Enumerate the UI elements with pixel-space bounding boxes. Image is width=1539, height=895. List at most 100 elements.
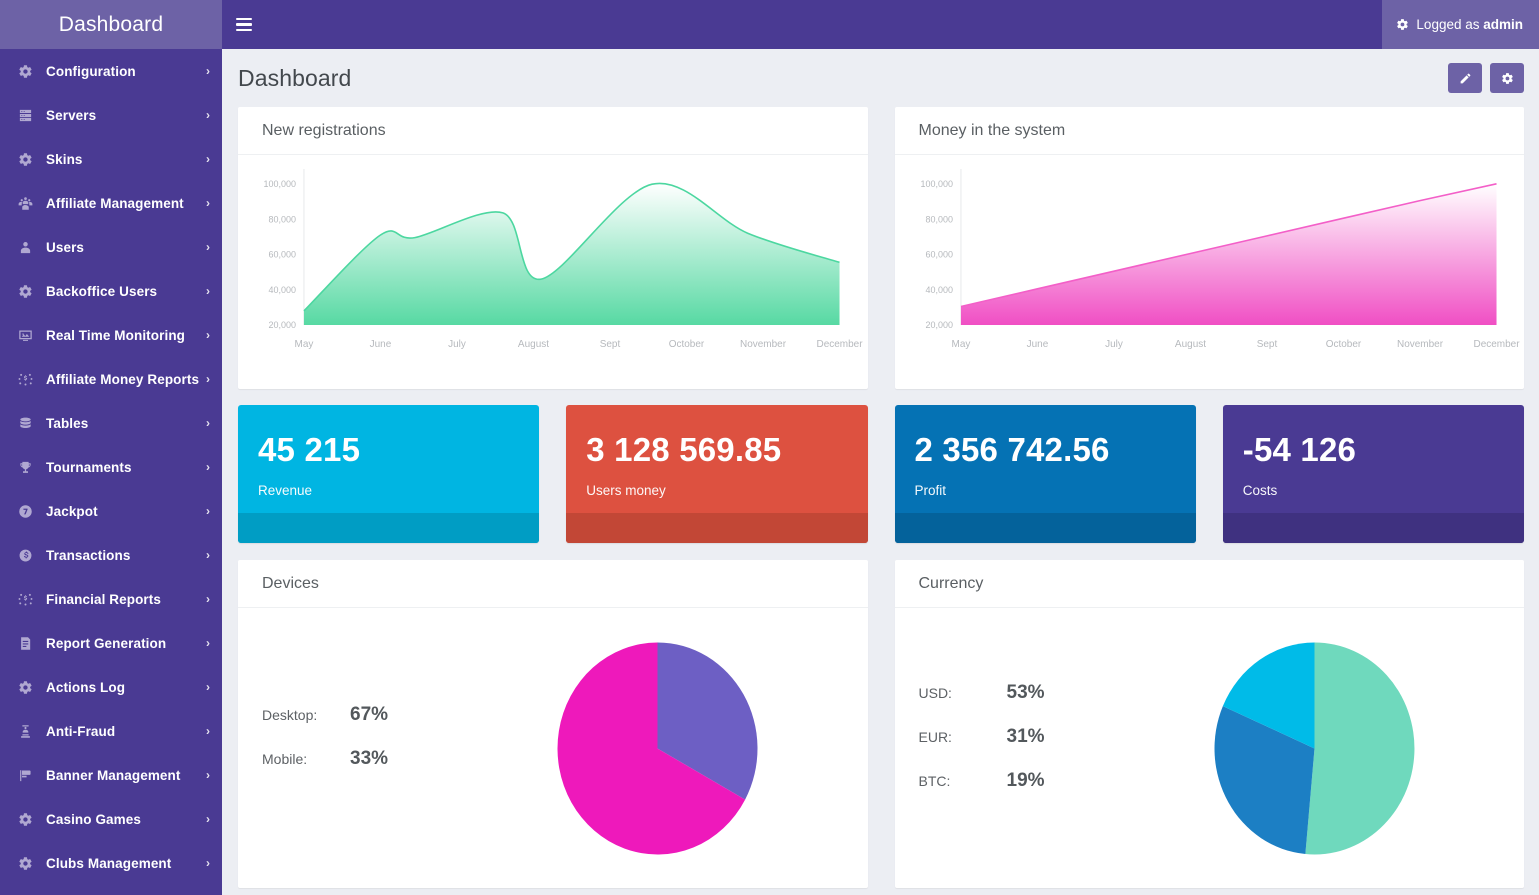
currency-column: Currency USD: 53% EUR: 31% BTC: 19% — [894, 560, 1524, 888]
sidebar-item-anti-fraud[interactable]: Anti-Fraud › — [0, 709, 222, 753]
sidebar-item-jackpot[interactable]: Jackpot › — [0, 489, 222, 533]
main-area: Logged as admin Dashboard New registrati… — [222, 0, 1539, 895]
user-icon — [14, 238, 36, 256]
sidebar-item-label: Skins — [46, 151, 83, 167]
devices-pie-chart[interactable] — [472, 641, 844, 856]
currency-legend: USD: 53% EUR: 31% BTC: 19% — [919, 682, 1129, 814]
sidebar-item-casino-games[interactable]: Casino Games › — [0, 797, 222, 841]
users-group-icon — [14, 194, 36, 212]
stat-card-footer[interactable] — [238, 513, 540, 543]
money-chart[interactable]: 20,000 40,000 60,000 80,000 100,000 May June Ju… — [895, 155, 1525, 389]
svg-text:Sept: Sept — [600, 339, 621, 350]
legend-label: EUR: — [918, 729, 952, 745]
sidebar-item-actions-log[interactable]: Actions Log › — [0, 665, 222, 709]
chevron-right-icon: › — [206, 636, 210, 650]
money-group-icon — [14, 590, 36, 608]
report-icon — [14, 634, 36, 652]
money-group-icon — [14, 370, 36, 388]
currency-title: Currency — [918, 574, 984, 592]
gear-icon — [1396, 18, 1409, 31]
stat-card-footer[interactable] — [1222, 513, 1524, 543]
logged-as-menu[interactable]: Logged as admin — [1382, 0, 1539, 49]
stat-card-costs[interactable]: -54 126 Costs — [1222, 405, 1524, 543]
legend-label: Desktop: — [262, 707, 318, 723]
chevron-right-icon: › — [206, 856, 210, 870]
sidebar-item-affiliate-money-reports[interactable]: Affiliate Money Reports › — [0, 357, 222, 401]
stat-card-footer[interactable] — [566, 513, 868, 543]
sidebar-item-servers[interactable]: Servers › — [0, 93, 222, 137]
logged-prefix: Logged as — [1416, 17, 1484, 32]
page-title: Dashboard — [238, 64, 352, 91]
stat-cards-row: 45 215 Revenue 3 128 569.85 Users money 2 35… — [238, 405, 1524, 543]
legend-value: 31% — [1006, 726, 1045, 747]
sidebar-item-financial-reports[interactable]: Financial Reports › — [0, 577, 222, 621]
currency-panel: Currency USD: 53% EUR: 31% BTC: 19% — [894, 560, 1524, 888]
svg-text:May: May — [295, 339, 314, 350]
sidebar-item-label: Tournaments — [46, 459, 132, 475]
money-panel: Money in the system 20,000 40,000 60,000 80… — [894, 107, 1525, 389]
money-body: 20,000 40,000 60,000 80,000 100,000 May June Ju… — [895, 155, 1525, 389]
sidebar-item-transactions[interactable]: Transactions › — [0, 533, 222, 577]
svg-text:July: July — [1105, 339, 1123, 350]
sidebar-item-banner-management[interactable]: Banner Management › — [0, 753, 222, 797]
shield-person-icon — [14, 722, 36, 740]
sidebar-item-clubs-management[interactable]: Clubs Management › — [0, 841, 222, 885]
svg-text:60,000: 60,000 — [268, 250, 295, 260]
sidebar-item-label: Jackpot — [46, 503, 98, 519]
svg-text:November: November — [740, 339, 787, 350]
sidebar-item-label: Transactions — [46, 547, 131, 563]
server-icon — [14, 106, 36, 124]
sidebar-item-backoffice-users[interactable]: Backoffice Users › — [0, 269, 222, 313]
sidebar-item-label: Affiliate Money Reports — [46, 371, 200, 387]
sidebar-item-label: Users — [46, 239, 85, 255]
pencil-icon — [1459, 72, 1472, 85]
coin-icon — [14, 546, 36, 564]
devices-column: Devices Desktop: 67% Mobile: 33% — [238, 560, 868, 888]
chevron-right-icon: › — [206, 284, 210, 298]
gear-icon — [14, 678, 36, 696]
trophy-icon — [14, 458, 36, 476]
stat-label: Users money — [586, 483, 666, 498]
svg-text:June: June — [1026, 339, 1048, 350]
sidebar-item-tables[interactable]: Tables › — [0, 401, 222, 445]
chevron-right-icon: › — [206, 592, 210, 606]
money-title: Money in the system — [918, 121, 1066, 139]
sidebar-item-configuration[interactable]: Configuration › — [0, 49, 222, 93]
flag-icon — [14, 766, 36, 784]
dashboard-settings-button[interactable] — [1490, 63, 1524, 93]
money-header: Money in the system — [894, 107, 1524, 155]
stat-card-users-money[interactable]: 3 128 569.85 Users money — [566, 405, 868, 543]
legend-value: 67% — [350, 704, 389, 725]
sidebar-item-skins[interactable]: Skins › — [0, 137, 222, 181]
hamburger-bars — [236, 15, 252, 35]
database-icon — [14, 414, 36, 432]
svg-text:October: October — [669, 339, 705, 350]
sidebar-logo[interactable]: Dashboard — [0, 0, 222, 49]
svg-text:July: July — [448, 339, 466, 350]
chevron-right-icon: › — [206, 152, 210, 166]
sidebar-item-report-generation[interactable]: Report Generation › — [0, 621, 222, 665]
edit-dashboard-button[interactable] — [1448, 63, 1482, 93]
money-column: Money in the system 20,000 40,000 60,000 80… — [894, 107, 1525, 389]
devices-header: Devices — [238, 560, 868, 608]
stat-label: Costs — [1242, 483, 1278, 498]
sidebar-item-affiliate-management[interactable]: Affiliate Management › — [0, 181, 222, 225]
stat-card-footer[interactable] — [894, 513, 1196, 543]
sidebar-item-tournaments[interactable]: Tournaments › — [0, 445, 222, 489]
sidebar-item-label: Actions Log — [46, 679, 126, 695]
logged-as-label: Logged as admin — [1416, 17, 1523, 32]
sidebar-item-users[interactable]: Users › — [0, 225, 222, 269]
dashboard-content: New registrations 20,000 40,000 60,000 80,0… — [222, 107, 1539, 895]
sidebar-item-label: Clubs Management — [46, 855, 172, 871]
sidebar-item-real-time-monitoring[interactable]: Real Time Monitoring › — [0, 313, 222, 357]
stat-card-revenue[interactable]: 45 215 Revenue — [238, 405, 540, 543]
sidebar-item-label: Servers — [46, 107, 97, 123]
new-registrations-chart[interactable]: 20,000 40,000 60,000 80,000 100,000 May June Ju… — [238, 155, 868, 389]
hamburger-icon[interactable] — [222, 0, 266, 49]
stat-label: Revenue — [258, 483, 313, 498]
sidebar-item-label: Banner Management — [46, 767, 181, 783]
currency-pie-chart[interactable] — [1129, 641, 1501, 856]
sidebar-item-label: Casino Games — [46, 811, 141, 827]
sidebar-item-label: Configuration — [46, 63, 136, 79]
stat-card-profit[interactable]: 2 356 742.56 Profit — [894, 405, 1196, 543]
